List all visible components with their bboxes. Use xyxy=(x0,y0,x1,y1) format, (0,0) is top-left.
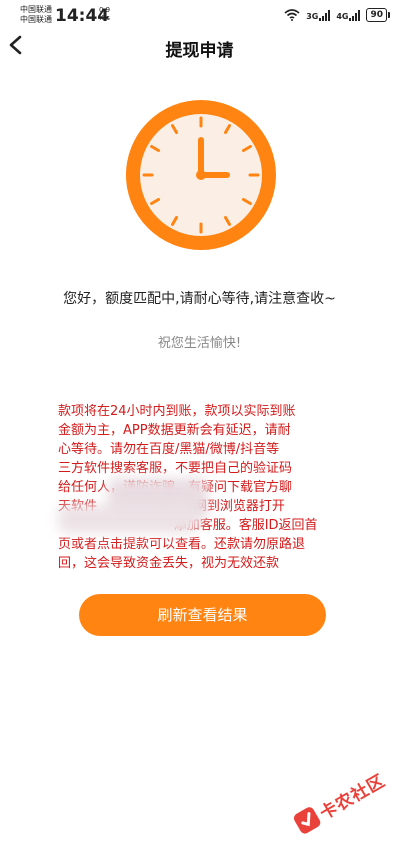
battery-icon: 90 xyxy=(366,8,390,22)
nav-header: 提现申请 xyxy=(0,30,399,61)
system-icons: 3G 4G 90 xyxy=(284,8,390,22)
signal-4g-icon: 4G xyxy=(336,9,361,21)
notice-text: 款项将在24小时内到账，款项以实际到账 金额为主，APP数据更新会有延迟，请耐 … xyxy=(58,402,358,573)
notice-line: 回，这会导致资金丢失，视为无效还款 xyxy=(58,556,280,571)
wish-text: 祝您生活愉快! xyxy=(157,336,242,351)
notice-line: 金额为主，APP数据更新会有延迟，请耐 xyxy=(58,423,291,438)
carrier-labels: 中国联通 中国联通 xyxy=(20,5,52,25)
watermark-logo: 卡农社区 xyxy=(282,749,399,856)
carrier-2: 中国联通 xyxy=(20,15,52,24)
notice-line: 三方软件搜索客服，不要把自己的验证码 xyxy=(58,461,293,476)
redaction-blur xyxy=(58,505,198,533)
notice-line: 款项将在24小时内到账，款项以实际到账 xyxy=(58,404,296,419)
status-bar: 中国联通 中国联通 14:44 0.9 K/s 3G 4G 90 xyxy=(0,0,399,30)
watermark-text: 卡农社区 xyxy=(316,770,389,825)
signal-3g-icon: 3G xyxy=(306,9,331,21)
status-message: 您好，额度匹配中,请耐心等待,请注意查收~ xyxy=(63,291,336,307)
net-speed-value: 0.9 xyxy=(99,6,111,14)
net-speed: 0.9 K/s xyxy=(99,6,110,22)
notice-line: 给任何人，谨防诈骗。有疑问下载官方聊 xyxy=(58,478,358,497)
signal-4g-label: 4G xyxy=(336,11,349,21)
notice-line: 页或者点击提款可以查看。还款请勿原路退 xyxy=(58,537,306,552)
notice-line: 心等待。请勿在百度/黑猫/微博/抖音等 xyxy=(58,442,280,457)
net-speed-unit: K/s xyxy=(99,14,110,22)
refresh-result-button[interactable]: 刷新查看结果 xyxy=(79,594,326,636)
page-title: 提现申请 xyxy=(165,41,234,61)
clock-icon xyxy=(126,100,276,250)
carrier-1: 中国联通 xyxy=(20,5,52,14)
wifi-icon xyxy=(284,9,300,21)
signal-3g-label: 3G xyxy=(306,11,319,21)
